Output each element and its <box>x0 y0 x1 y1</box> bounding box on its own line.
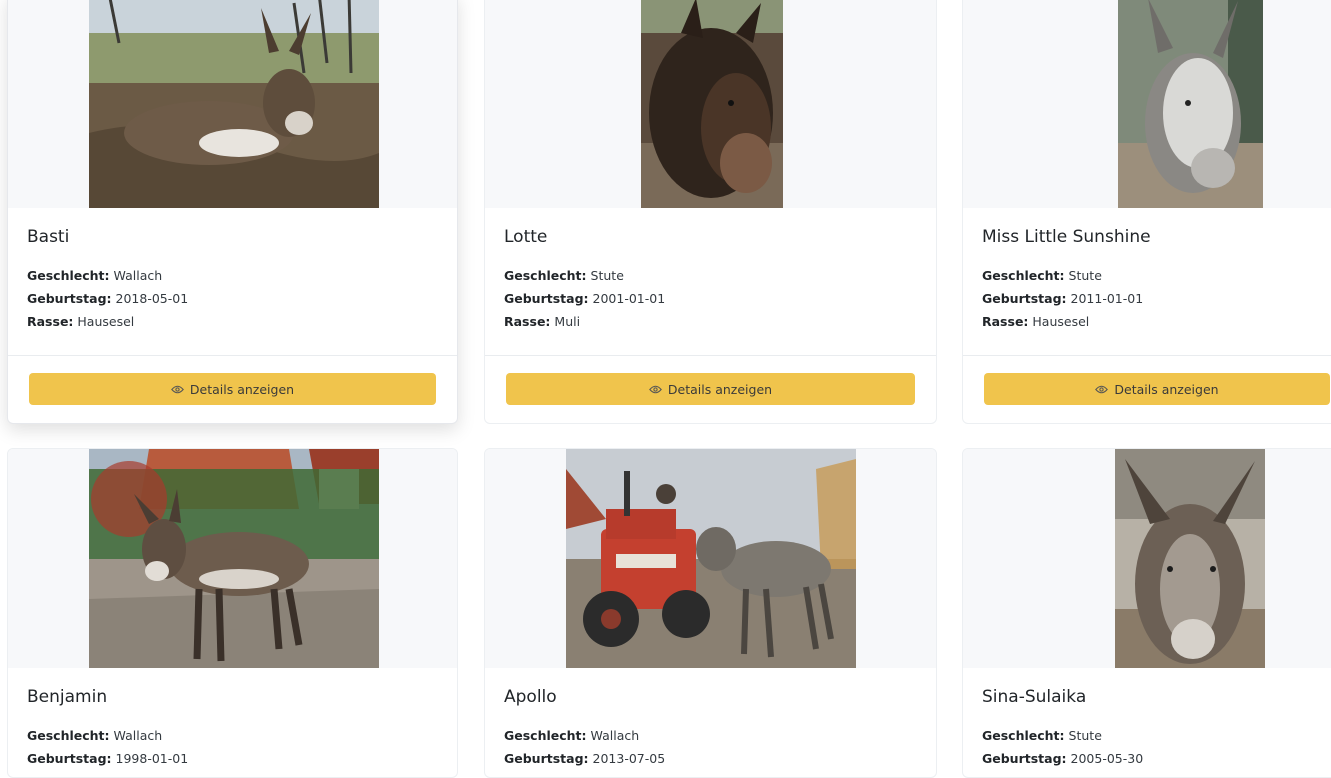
eye-icon <box>649 385 662 393</box>
birthday-label: Geburtstag: <box>982 751 1067 766</box>
animal-card: Miss Little Sunshine Geschlecht: Stute G… <box>962 0 1331 424</box>
sex-label: Geschlecht: <box>27 268 110 283</box>
card-body: Basti Geschlecht: Wallach Geburtstag: 20… <box>8 208 457 355</box>
animal-name: Benjamin <box>27 687 108 707</box>
photo-area <box>963 0 1331 208</box>
animal-sex: Geschlecht: Stute <box>504 268 624 283</box>
card-footer: Details anzeigen <box>963 355 1331 423</box>
sex-label: Geschlecht: <box>504 268 587 283</box>
animal-sex: Geschlecht: Wallach <box>504 728 639 743</box>
eye-icon <box>1095 385 1109 393</box>
birthday-value: 2011-01-01 <box>1070 291 1144 306</box>
birthday-label: Geburtstag: <box>504 751 589 766</box>
breed-label: Rasse: <box>504 314 551 329</box>
animal-card: Benjamin Geschlecht: Wallach Geburtstag:… <box>7 448 458 778</box>
sex-value: Stute <box>1068 728 1102 743</box>
details-button-label: Details anzeigen <box>189 381 295 397</box>
animal-name: Basti <box>27 227 70 247</box>
animal-name: Miss Little Sunshine <box>982 227 1151 247</box>
animal-breed: Rasse: Hausesel <box>27 314 134 329</box>
animal-birthday: Geburtstag: 2011-01-01 <box>982 291 1143 306</box>
breed-value: Muli <box>554 314 581 329</box>
animal-name: Sina-Sulaika <box>982 687 1087 707</box>
animal-birthday: Geburtstag: 2001-01-01 <box>504 291 665 306</box>
birthday-label: Geburtstag: <box>27 751 112 766</box>
animal-breed: Rasse: Muli <box>504 314 580 329</box>
card-body: Lotte Geschlecht: Stute Geburtstag: 2001… <box>485 208 936 355</box>
birthday-value: 2001-01-01 <box>592 291 666 306</box>
animal-photo[interactable] <box>1115 449 1265 668</box>
breed-value: Hausesel <box>77 314 135 329</box>
sex-label: Geschlecht: <box>982 728 1065 743</box>
sex-value: Stute <box>590 268 624 283</box>
sex-value: Wallach <box>113 268 163 283</box>
details-button-label: Details anzeigen <box>667 381 773 397</box>
photo-area <box>8 0 457 208</box>
details-button[interactable]: Details anzeigen <box>29 373 436 405</box>
photo-area <box>8 449 457 668</box>
card-footer: Details anzeigen <box>8 355 457 423</box>
birthday-value: 1998-01-01 <box>115 751 189 766</box>
animal-breed: Rasse: Hausesel <box>982 314 1089 329</box>
card-body: Miss Little Sunshine Geschlecht: Stute G… <box>963 208 1331 355</box>
animal-birthday: Geburtstag: 2005-05-30 <box>982 751 1143 766</box>
photo-area <box>485 0 936 208</box>
birthday-label: Geburtstag: <box>504 291 589 306</box>
card-footer: Details anzeigen <box>485 355 936 423</box>
birthday-label: Geburtstag: <box>982 291 1067 306</box>
animal-name: Apollo <box>504 687 557 707</box>
animal-photo[interactable] <box>89 0 379 208</box>
breed-value: Hausesel <box>1032 314 1090 329</box>
animal-sex: Geschlecht: Wallach <box>27 268 162 283</box>
animal-sex: Geschlecht: Stute <box>982 268 1102 283</box>
card-body: Apollo Geschlecht: Wallach Geburtstag: 2… <box>485 668 936 777</box>
animal-card: Sina-Sulaika Geschlecht: Stute Geburtsta… <box>962 448 1331 778</box>
birthday-value: 2018-05-01 <box>115 291 189 306</box>
breed-label: Rasse: <box>982 314 1029 329</box>
animal-name: Lotte <box>504 227 548 247</box>
sex-value: Wallach <box>590 728 640 743</box>
animal-sex: Geschlecht: Wallach <box>27 728 162 743</box>
sex-label: Geschlecht: <box>982 268 1065 283</box>
animal-sex: Geschlecht: Stute <box>982 728 1102 743</box>
eye-icon <box>171 385 184 393</box>
animal-birthday: Geburtstag: 2018-05-01 <box>27 291 188 306</box>
animal-photo[interactable] <box>89 449 379 668</box>
animal-card: Apollo Geschlecht: Wallach Geburtstag: 2… <box>484 448 937 778</box>
sex-value: Wallach <box>113 728 163 743</box>
card-body: Sina-Sulaika Geschlecht: Stute Geburtsta… <box>963 668 1331 777</box>
animal-card: Basti Geschlecht: Wallach Geburtstag: 20… <box>7 0 458 424</box>
breed-label: Rasse: <box>27 314 74 329</box>
animal-photo[interactable] <box>566 449 856 668</box>
details-button-label: Details anzeigen <box>1114 381 1219 397</box>
details-button[interactable]: Details anzeigen <box>506 373 915 405</box>
photo-area <box>963 449 1331 668</box>
card-body: Benjamin Geschlecht: Wallach Geburtstag:… <box>8 668 457 777</box>
animal-photo[interactable] <box>1118 0 1263 208</box>
animal-card: Lotte Geschlecht: Stute Geburtstag: 2001… <box>484 0 937 424</box>
sex-label: Geschlecht: <box>27 728 110 743</box>
sex-value: Stute <box>1068 268 1102 283</box>
animal-birthday: Geburtstag: 2013-07-05 <box>504 751 665 766</box>
animal-birthday: Geburtstag: 1998-01-01 <box>27 751 188 766</box>
birthday-label: Geburtstag: <box>27 291 112 306</box>
sex-label: Geschlecht: <box>504 728 587 743</box>
details-button[interactable]: Details anzeigen <box>984 373 1330 405</box>
birthday-value: 2005-05-30 <box>1070 751 1144 766</box>
birthday-value: 2013-07-05 <box>592 751 666 766</box>
photo-area <box>485 449 936 668</box>
animal-photo[interactable] <box>641 0 783 208</box>
